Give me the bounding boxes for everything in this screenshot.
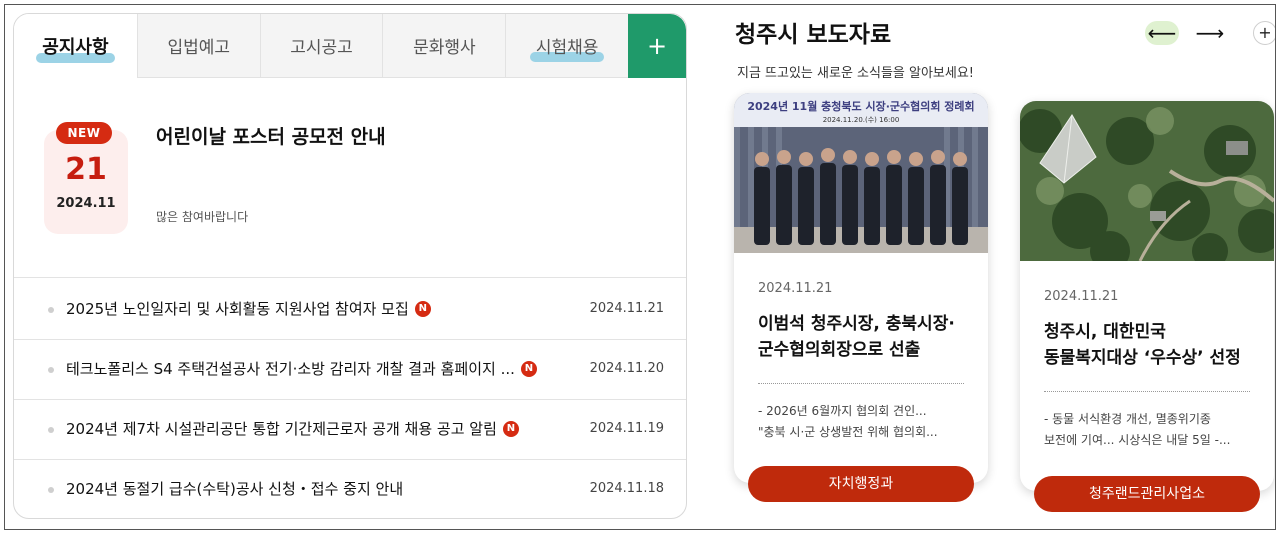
list-item-title[interactable]: 테크노폴리스 S4 주택건설공사 전기·소방 감리자 개찰 결과 홈페이지 ..… [66, 358, 537, 379]
divider [1044, 391, 1250, 392]
press-card-title[interactable]: 청주시, 대한민국 동물복지대상 ‘우수상’ 선정 [1044, 319, 1258, 371]
department-button[interactable]: 자치행정과 [748, 466, 974, 502]
press-card-title-line: 이범석 청주시장, 충북시장· [758, 314, 955, 334]
press-card[interactable]: 2024년 11월 충청북도 시장·군수협의회 정례회 2024.11.20.(… [734, 93, 988, 483]
bullet-icon [48, 487, 54, 493]
tab-label: 고시공고 [290, 38, 353, 58]
prev-arrow-button[interactable]: ⟵ [1145, 21, 1179, 45]
press-card-title-line: 동물복지대상 ‘우수상’ 선정 [1044, 348, 1241, 368]
tab-culture-events[interactable]: 문화행사 [382, 14, 506, 78]
tab-legislation[interactable]: 입법예고 [136, 14, 260, 78]
list-item-text: 2024년 제7차 시설관리공단 통합 기간제근로자 공개 채용 공고 알림 [66, 420, 497, 438]
press-card-title-line: 군수협의회장으로 선출 [758, 340, 921, 360]
more-plus-button[interactable]: + [628, 14, 686, 78]
department-button[interactable]: 청주랜드관리사업소 [1034, 476, 1260, 512]
plus-icon: + [646, 32, 668, 60]
list-item-text: 2025년 노인일자리 및 사회활동 지원사업 참여자 모집 [66, 300, 409, 318]
press-card-desc-line: - 동물 서식환경 개선, 멸종위기종 [1044, 412, 1211, 426]
list-item-date: 2024.11.19 [589, 421, 664, 436]
press-photo-meeting: 2024년 11월 충청북도 시장·군수협의회 정례회 2024.11.20.(… [734, 93, 988, 253]
photo-banner-text: 2024년 11월 충청북도 시장·군수협의회 정례회 [747, 99, 974, 113]
tab-label: 공지사항 [36, 33, 115, 63]
press-section-title: 청주시 보도자료 [735, 22, 892, 48]
list-item[interactable]: 테크노폴리스 S4 주택건설공사 전기·소방 감리자 개찰 결과 홈페이지 ..… [14, 340, 686, 400]
press-card-title[interactable]: 이범석 청주시장, 충북시장· 군수협의회장으로 선출 [758, 311, 972, 363]
new-badge: NEW [56, 122, 112, 144]
page-frame: 공지사항 입법예고 고시공고 문화행사 시험채용 + NEW 21 2024.1… [4, 4, 1276, 530]
arrow-left-icon: ⟵ [1147, 21, 1177, 45]
press-card[interactable]: 2024.11.21 청주시, 대한민국 동물복지대상 ‘우수상’ 선정 - 동… [1020, 101, 1274, 491]
list-item[interactable]: 2024년 제7차 시설관리공단 통합 기간제근로자 공개 채용 공고 알림 N … [14, 400, 686, 460]
tab-label: 입법예고 [167, 38, 230, 58]
date-box: NEW 21 2024.11 [44, 122, 128, 234]
bullet-icon [48, 307, 54, 313]
divider [758, 383, 964, 384]
list-item-date: 2024.11.21 [589, 301, 664, 316]
press-card-desc-line: 보전에 기여... 시상식은 내달 5일 -... [1044, 433, 1231, 447]
zoo-aerial-photo-image [1020, 101, 1274, 261]
press-photo-zoo [1020, 101, 1274, 261]
date-year-month: 2024.11 [56, 196, 116, 211]
tab-label: 문화행사 [413, 38, 476, 58]
arrow-right-icon: ⟶ [1195, 21, 1225, 45]
tab-bar: 공지사항 입법예고 고시공고 문화행사 시험채용 + [14, 14, 686, 78]
new-n-icon: N [414, 300, 431, 317]
press-card-date: 2024.11.21 [1044, 289, 1119, 304]
list-item-title[interactable]: 2024년 동절기 급수(수탁)공사 신청・접수 중지 안내 [66, 478, 403, 499]
tab-label: 시험채용 [529, 33, 604, 62]
notice-board: 공지사항 입법예고 고시공고 문화행사 시험채용 + NEW 21 2024.1… [13, 13, 687, 519]
list-item-title[interactable]: 2025년 노인일자리 및 사회활동 지원사업 참여자 모집 N [66, 298, 431, 319]
featured-title[interactable]: 어린이날 포스터 공모전 안내 [156, 122, 386, 149]
press-card-date: 2024.11.21 [758, 281, 833, 296]
press-card-desc-line: "충북 시·군 상생발전 위해 협의회... [758, 425, 938, 439]
list-item-date: 2024.11.20 [589, 361, 664, 376]
new-n-icon: N [520, 360, 537, 377]
featured-desc: 많은 참여바랍니다 [156, 210, 249, 224]
press-card-title-line: 청주시, 대한민국 [1044, 322, 1166, 342]
meeting-photo-image: 2024년 11월 충청북도 시장·군수협의회 정례회 2024.11.20.(… [734, 93, 988, 253]
list-item-text: 테크노폴리스 S4 주택건설공사 전기·소방 감리자 개찰 결과 홈페이지 ..… [66, 360, 515, 378]
press-card-desc: - 동물 서식환경 개선, 멸종위기종 보전에 기여... 시상식은 내달 5일… [1044, 409, 1254, 451]
notice-list: 2025년 노인일자리 및 사회활동 지원사업 참여자 모집 N 2024.11.… [14, 280, 686, 518]
list-item[interactable]: 2025년 노인일자리 및 사회활동 지원사업 참여자 모집 N 2024.11.… [14, 280, 686, 340]
tab-announcements[interactable]: 고시공고 [259, 14, 383, 78]
bullet-icon [48, 367, 54, 373]
list-item-date: 2024.11.18 [589, 481, 664, 496]
list-item[interactable]: 2024년 동절기 급수(수탁)공사 신청・접수 중지 안내 2024.11.1… [14, 460, 686, 518]
press-more-button[interactable]: + [1253, 21, 1275, 45]
tab-notices[interactable]: 공지사항 [14, 14, 137, 78]
list-item-text: 2024년 동절기 급수(수탁)공사 신청・접수 중지 안내 [66, 480, 404, 498]
press-card-desc: - 2026년 6월까지 협의회 견인... "충북 시·군 상생발전 위해 협… [758, 401, 968, 443]
list-item-title[interactable]: 2024년 제7차 시설관리공단 통합 기간제근로자 공개 채용 공고 알림 N [66, 418, 519, 439]
bullet-icon [48, 427, 54, 433]
photo-banner-subtext: 2024.11.20.(수) 16:00 [823, 116, 900, 124]
next-arrow-button[interactable]: ⟶ [1193, 21, 1227, 45]
featured-notice[interactable]: NEW 21 2024.11 어린이날 포스터 공모전 안내 많은 참여바랍니다 [14, 78, 686, 278]
new-n-icon: N [502, 420, 519, 437]
plus-icon: + [1258, 23, 1272, 42]
date-day: 21 [65, 152, 107, 187]
press-section-subtitle: 지금 뜨고있는 새로운 소식들을 알아보세요! [737, 66, 975, 81]
tab-recruitment[interactable]: 시험채용 [505, 14, 629, 78]
press-card-desc-line: - 2026년 6월까지 협의회 견인... [758, 404, 927, 418]
